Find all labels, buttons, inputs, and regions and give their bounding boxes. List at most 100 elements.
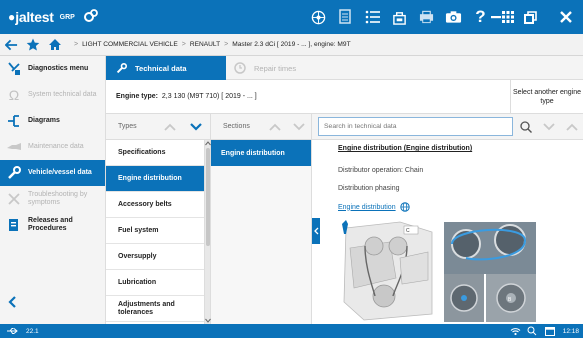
- chevron-down-icon[interactable]: [190, 123, 202, 131]
- version-label: 22.1: [26, 327, 39, 335]
- types-column-header: Types: [106, 114, 211, 140]
- content-panel: Engine distribution (Engine distribution…: [320, 140, 583, 324]
- restore-button[interactable]: [513, 0, 548, 34]
- chevron-down-icon[interactable]: [543, 123, 555, 131]
- sidebar-item-diagrams[interactable]: Diagrams: [0, 108, 105, 134]
- chevron-up-icon[interactable]: [269, 123, 281, 131]
- sidebar: Diagnostics menu Ω System technical data…: [0, 56, 106, 324]
- globe-icon: [399, 202, 410, 212]
- back-arrow-button[interactable]: [0, 34, 22, 56]
- camera-icon[interactable]: [440, 0, 467, 34]
- engine-type-row: Engine type: 2,3 130 (M9T 710) [ 2019 - …: [106, 80, 583, 114]
- list-item-oversupply[interactable]: Oversupply: [106, 244, 204, 270]
- calendar-icon: [544, 327, 555, 336]
- clock-icon: [234, 62, 246, 74]
- list-item-specifications[interactable]: Specifications: [106, 140, 204, 166]
- sidebar-item-label: System technical data: [28, 91, 97, 98]
- list-item-section-engine-distribution[interactable]: Engine distribution: [211, 140, 311, 166]
- wrench-icon: [116, 62, 127, 73]
- engine-distribution-diagram[interactable]: C B: [340, 218, 538, 324]
- diagnostics-icon: [6, 61, 22, 77]
- list-item-fuel-system[interactable]: Fuel system: [106, 218, 204, 244]
- sidebar-item-diagnostics-menu[interactable]: Diagnostics menu: [0, 56, 105, 82]
- sidebar-item-releases-procedures[interactable]: Releases and Procedures: [0, 212, 105, 238]
- breadcrumb-item-vehicle-category[interactable]: LIGHT COMMERCIAL VEHICLE: [82, 41, 178, 48]
- chevron-left-icon: [313, 227, 318, 235]
- sidebar-item-system-technical-data[interactable]: Ω System technical data: [0, 82, 105, 108]
- sections-list: Engine distribution: [211, 140, 312, 324]
- tab-technical-data[interactable]: Technical data: [106, 56, 226, 80]
- logo-text: jaltest: [15, 9, 54, 25]
- favorites-star-icon[interactable]: [22, 34, 44, 56]
- minimize-button[interactable]: [478, 0, 513, 34]
- tab-repair-times[interactable]: Repair times: [230, 56, 296, 80]
- maintenance-icon: [6, 139, 22, 155]
- chevron-down-icon[interactable]: [293, 123, 305, 131]
- tab-bar: Technical data Repair times: [106, 56, 583, 80]
- breadcrumb-bar: > LIGHT COMMERCIAL VEHICLE > RENAULT > M…: [0, 34, 583, 56]
- search-header: Search in technical data: [312, 114, 583, 140]
- timing-chain-photo: B: [444, 222, 536, 322]
- troubleshooting-icon: [6, 191, 22, 207]
- breadcrumb-separator: >: [224, 41, 229, 48]
- search-status-icon: [527, 326, 537, 336]
- sidebar-collapse-chevron-icon[interactable]: [8, 296, 17, 310]
- procedures-icon: [6, 217, 22, 233]
- home-icon[interactable]: [44, 34, 66, 56]
- print-icon[interactable]: [413, 0, 440, 34]
- clock-time: 12:18: [562, 327, 579, 335]
- breadcrumb-item-manufacturer[interactable]: RENAULT: [190, 41, 220, 48]
- close-button[interactable]: [548, 0, 583, 34]
- collapse-panel-button[interactable]: [312, 218, 320, 244]
- breadcrumb: > LIGHT COMMERCIAL VEHICLE > RENAULT > M…: [70, 41, 351, 48]
- engine-distribution-link[interactable]: Engine distribution: [338, 202, 410, 212]
- sidebar-item-label: Diagrams: [28, 117, 60, 124]
- sidebar-item-vehicle-vessel-data[interactable]: Vehicle/vessel data: [0, 160, 105, 186]
- link-label: Engine distribution: [338, 203, 396, 211]
- sidebar-item-maintenance-data[interactable]: Maintenance data: [0, 134, 105, 160]
- breadcrumb-item-model[interactable]: Master 2.3 dCi [ 2019 - ... ], engine: M…: [232, 41, 350, 48]
- engine-type-label: Engine type: 2,3 130 (M9T 710) [ 2019 - …: [116, 93, 257, 100]
- select-another-engine-button[interactable]: Select another engine type: [510, 80, 583, 114]
- omega-icon: Ω: [8, 87, 20, 103]
- list-item-adjustments-tolerances[interactable]: Adjustments and tolerances: [106, 296, 204, 322]
- svg-text:C: C: [406, 228, 410, 234]
- search-icon[interactable]: [520, 121, 532, 133]
- logo-subtitle: GRP: [59, 13, 75, 21]
- connection-icon[interactable]: [305, 0, 332, 34]
- sidebar-item-troubleshooting[interactable]: Troubleshooting by symptoms: [0, 186, 105, 212]
- list-item-accessory-belts[interactable]: Accessory belts: [106, 192, 204, 218]
- sidebar-item-label: Vehicle/vessel data: [28, 169, 92, 176]
- sidebar-item-label: Diagnostics menu: [28, 65, 89, 72]
- sidebar-item-label: Maintenance data: [28, 143, 84, 150]
- sidebar-item-label: Troubleshooting by symptoms: [28, 191, 88, 206]
- distributor-operation-text: Distributor operation: Chain: [338, 167, 424, 174]
- search-input[interactable]: Search in technical data: [318, 117, 513, 136]
- list-item-engine-distribution[interactable]: Engine distribution: [106, 166, 204, 192]
- tab-label: Technical data: [135, 63, 187, 73]
- sections-column-header: Sections: [211, 114, 312, 140]
- scrollbar-thumb[interactable]: [206, 148, 210, 246]
- wrench-icon: [6, 165, 22, 181]
- top-bar: ● jaltest GRP ?: [0, 0, 583, 34]
- usb-icon: [7, 328, 18, 334]
- types-list: Specifications Engine distribution Acces…: [106, 140, 205, 324]
- tab-label: Repair times: [254, 63, 297, 73]
- breadcrumb-separator: >: [181, 41, 186, 48]
- chevron-up-icon[interactable]: [164, 123, 176, 131]
- types-column-title: Types: [118, 123, 137, 130]
- cart-icon[interactable]: [386, 0, 413, 34]
- distribution-phasing-text: Distribution phasing: [338, 185, 400, 192]
- wifi-icon: [510, 327, 521, 335]
- document-icon[interactable]: [332, 0, 359, 34]
- content-title: Engine distribution (Engine distribution…: [338, 145, 473, 152]
- app-logo: ● jaltest GRP: [0, 0, 99, 34]
- engine-block-drawing: C: [343, 221, 433, 321]
- chevron-up-icon[interactable]: [566, 123, 578, 131]
- sections-column-title: Sections: [223, 123, 250, 130]
- list-icon[interactable]: [359, 0, 386, 34]
- settings-cog-icon[interactable]: [83, 8, 99, 26]
- list-item-lubrication[interactable]: Lubrication: [106, 270, 204, 296]
- engine-type-value: 2,3 130 (M9T 710) [ 2019 - ... ]: [161, 93, 257, 100]
- diagrams-icon: [6, 113, 22, 129]
